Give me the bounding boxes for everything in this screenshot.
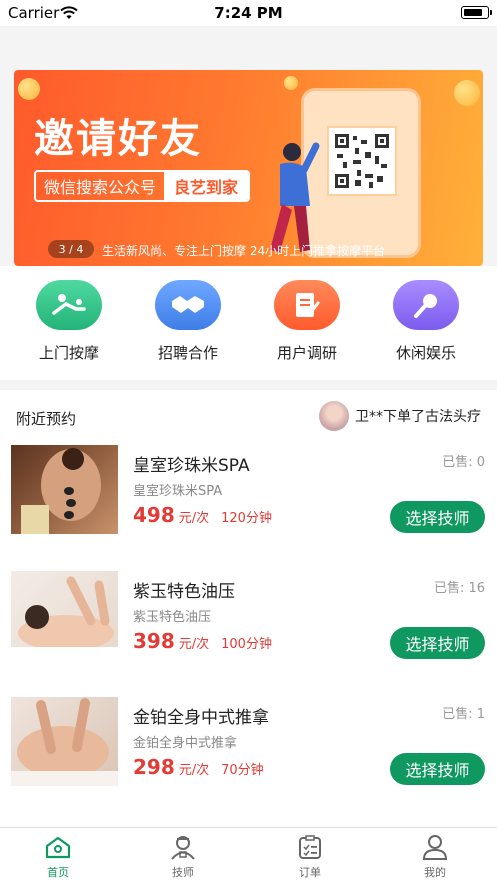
order-icon — [270, 834, 350, 860]
coin-decoration — [284, 76, 298, 90]
service-image — [11, 571, 118, 660]
sold-count: 已售: 16 — [433, 581, 485, 596]
tab-bar: 首页 技师 订单 我的 — [0, 827, 497, 883]
service-name: 紫玉特色油压 — [133, 582, 235, 602]
sold-count: 已售: 0 — [442, 455, 485, 470]
clock: 7:24 PM — [214, 4, 283, 22]
status-bar: Carrier 7:24 PM — [0, 0, 497, 26]
price-value: 398 — [133, 629, 175, 653]
coin-decoration — [454, 80, 480, 106]
quick-menu-label: 上门按摩 — [38, 344, 99, 362]
notice-text: 卫**下单了古法头疗 — [355, 409, 481, 425]
quick-menu-recruitment[interactable]: 招聘合作 — [148, 280, 228, 363]
service-duration: 120分钟 — [221, 511, 272, 526]
choose-technician-button[interactable]: 选择技师 — [390, 753, 485, 785]
service-item[interactable]: 紫玉特色油压 紫玉特色油压 398 元/次 100分钟 已售: 16 选择技师 — [0, 571, 497, 681]
handshake-icon — [155, 280, 221, 330]
tab-technician[interactable]: 技师 — [143, 834, 223, 880]
qr-code-icon — [327, 126, 397, 196]
order-notice: 卫**下单了古法头疗 — [319, 401, 481, 431]
service-duration: 100分钟 — [221, 637, 272, 652]
service-item[interactable]: 皇室珍珠米SPA 皇室珍珠米SPA 498 元/次 120分钟 已售: 0 选择… — [0, 445, 497, 555]
service-image — [11, 445, 118, 534]
service-name: 皇室珍珠米SPA — [133, 456, 250, 476]
quick-menu-label: 休闲娱乐 — [395, 344, 456, 362]
service-item[interactable]: 金铂全身中式推拿 金铂全身中式推拿 298 元/次 70分钟 已售: 1 选择技… — [0, 697, 497, 807]
price-value: 298 — [133, 755, 175, 779]
coin-decoration — [18, 78, 40, 100]
tab-label: 首页 — [47, 866, 69, 879]
tab-home[interactable]: 首页 — [18, 834, 98, 880]
service-image — [11, 697, 118, 786]
price-unit: 元/次 — [178, 511, 210, 526]
sold-count: 已售: 1 — [442, 707, 485, 722]
quick-menu-label: 用户调研 — [276, 344, 337, 362]
profile-icon — [395, 834, 475, 860]
quick-menu: 上门按摩 招聘合作 用户调研 休闲娱乐 — [0, 266, 497, 380]
tab-orders[interactable]: 订单 — [270, 834, 350, 880]
banner-brand: 良艺到家 — [164, 172, 249, 200]
service-price: 298 元/次 70分钟 — [133, 755, 264, 779]
massage-icon — [36, 280, 102, 330]
service-duration: 70分钟 — [221, 763, 264, 778]
tab-label: 我的 — [424, 866, 446, 879]
quick-menu-home-massage[interactable]: 上门按摩 — [29, 280, 109, 363]
price-value: 498 — [133, 503, 175, 527]
tab-profile[interactable]: 我的 — [395, 834, 475, 880]
microphone-icon — [393, 280, 459, 330]
banner-caption: 生活新风尚、专注上门按摩 24小时上门推拿按摩平台 — [102, 244, 386, 258]
service-subtitle: 紫玉特色油压 — [133, 610, 212, 625]
price-unit: 元/次 — [178, 637, 210, 652]
banner-title: 邀请好友 — [34, 116, 202, 162]
choose-technician-button[interactable]: 选择技师 — [390, 501, 485, 533]
quick-menu-entertainment[interactable]: 休闲娱乐 — [386, 280, 466, 363]
survey-icon — [274, 280, 340, 330]
quick-menu-label: 招聘合作 — [157, 344, 218, 362]
banner-search-text: 微信搜索公众号 — [44, 178, 157, 197]
service-price: 398 元/次 100分钟 — [133, 629, 272, 653]
service-subtitle: 金铂全身中式推拿 — [133, 736, 238, 751]
technician-icon — [143, 834, 223, 860]
promo-banner[interactable]: 邀请好友 微信搜索公众号 良艺到家 3 / 4 生活新风尚、专注上门按摩 24小… — [14, 70, 483, 266]
battery-icon — [461, 6, 492, 19]
tab-label: 订单 — [299, 866, 321, 879]
section-divider — [0, 380, 497, 390]
choose-technician-button[interactable]: 选择技师 — [390, 627, 485, 659]
header-spacer — [0, 26, 497, 70]
avatar — [319, 401, 349, 431]
service-subtitle: 皇室珍珠米SPA — [133, 484, 223, 499]
service-name: 金铂全身中式推拿 — [133, 708, 269, 728]
price-unit: 元/次 — [178, 763, 210, 778]
home-icon — [18, 834, 98, 860]
banner-pager: 3 / 4 — [48, 240, 94, 258]
nearby-section: 附近预约 卫**下单了古法头疗 皇室珍珠米SPA 皇室珍珠米SPA 498 元/… — [0, 390, 497, 827]
service-price: 498 元/次 120分钟 — [133, 503, 272, 527]
tab-label: 技师 — [172, 866, 194, 879]
quick-menu-survey[interactable]: 用户调研 — [267, 280, 347, 363]
banner-search-box: 微信搜索公众号 良艺到家 — [34, 170, 251, 202]
section-title: 附近预约 — [16, 410, 77, 428]
